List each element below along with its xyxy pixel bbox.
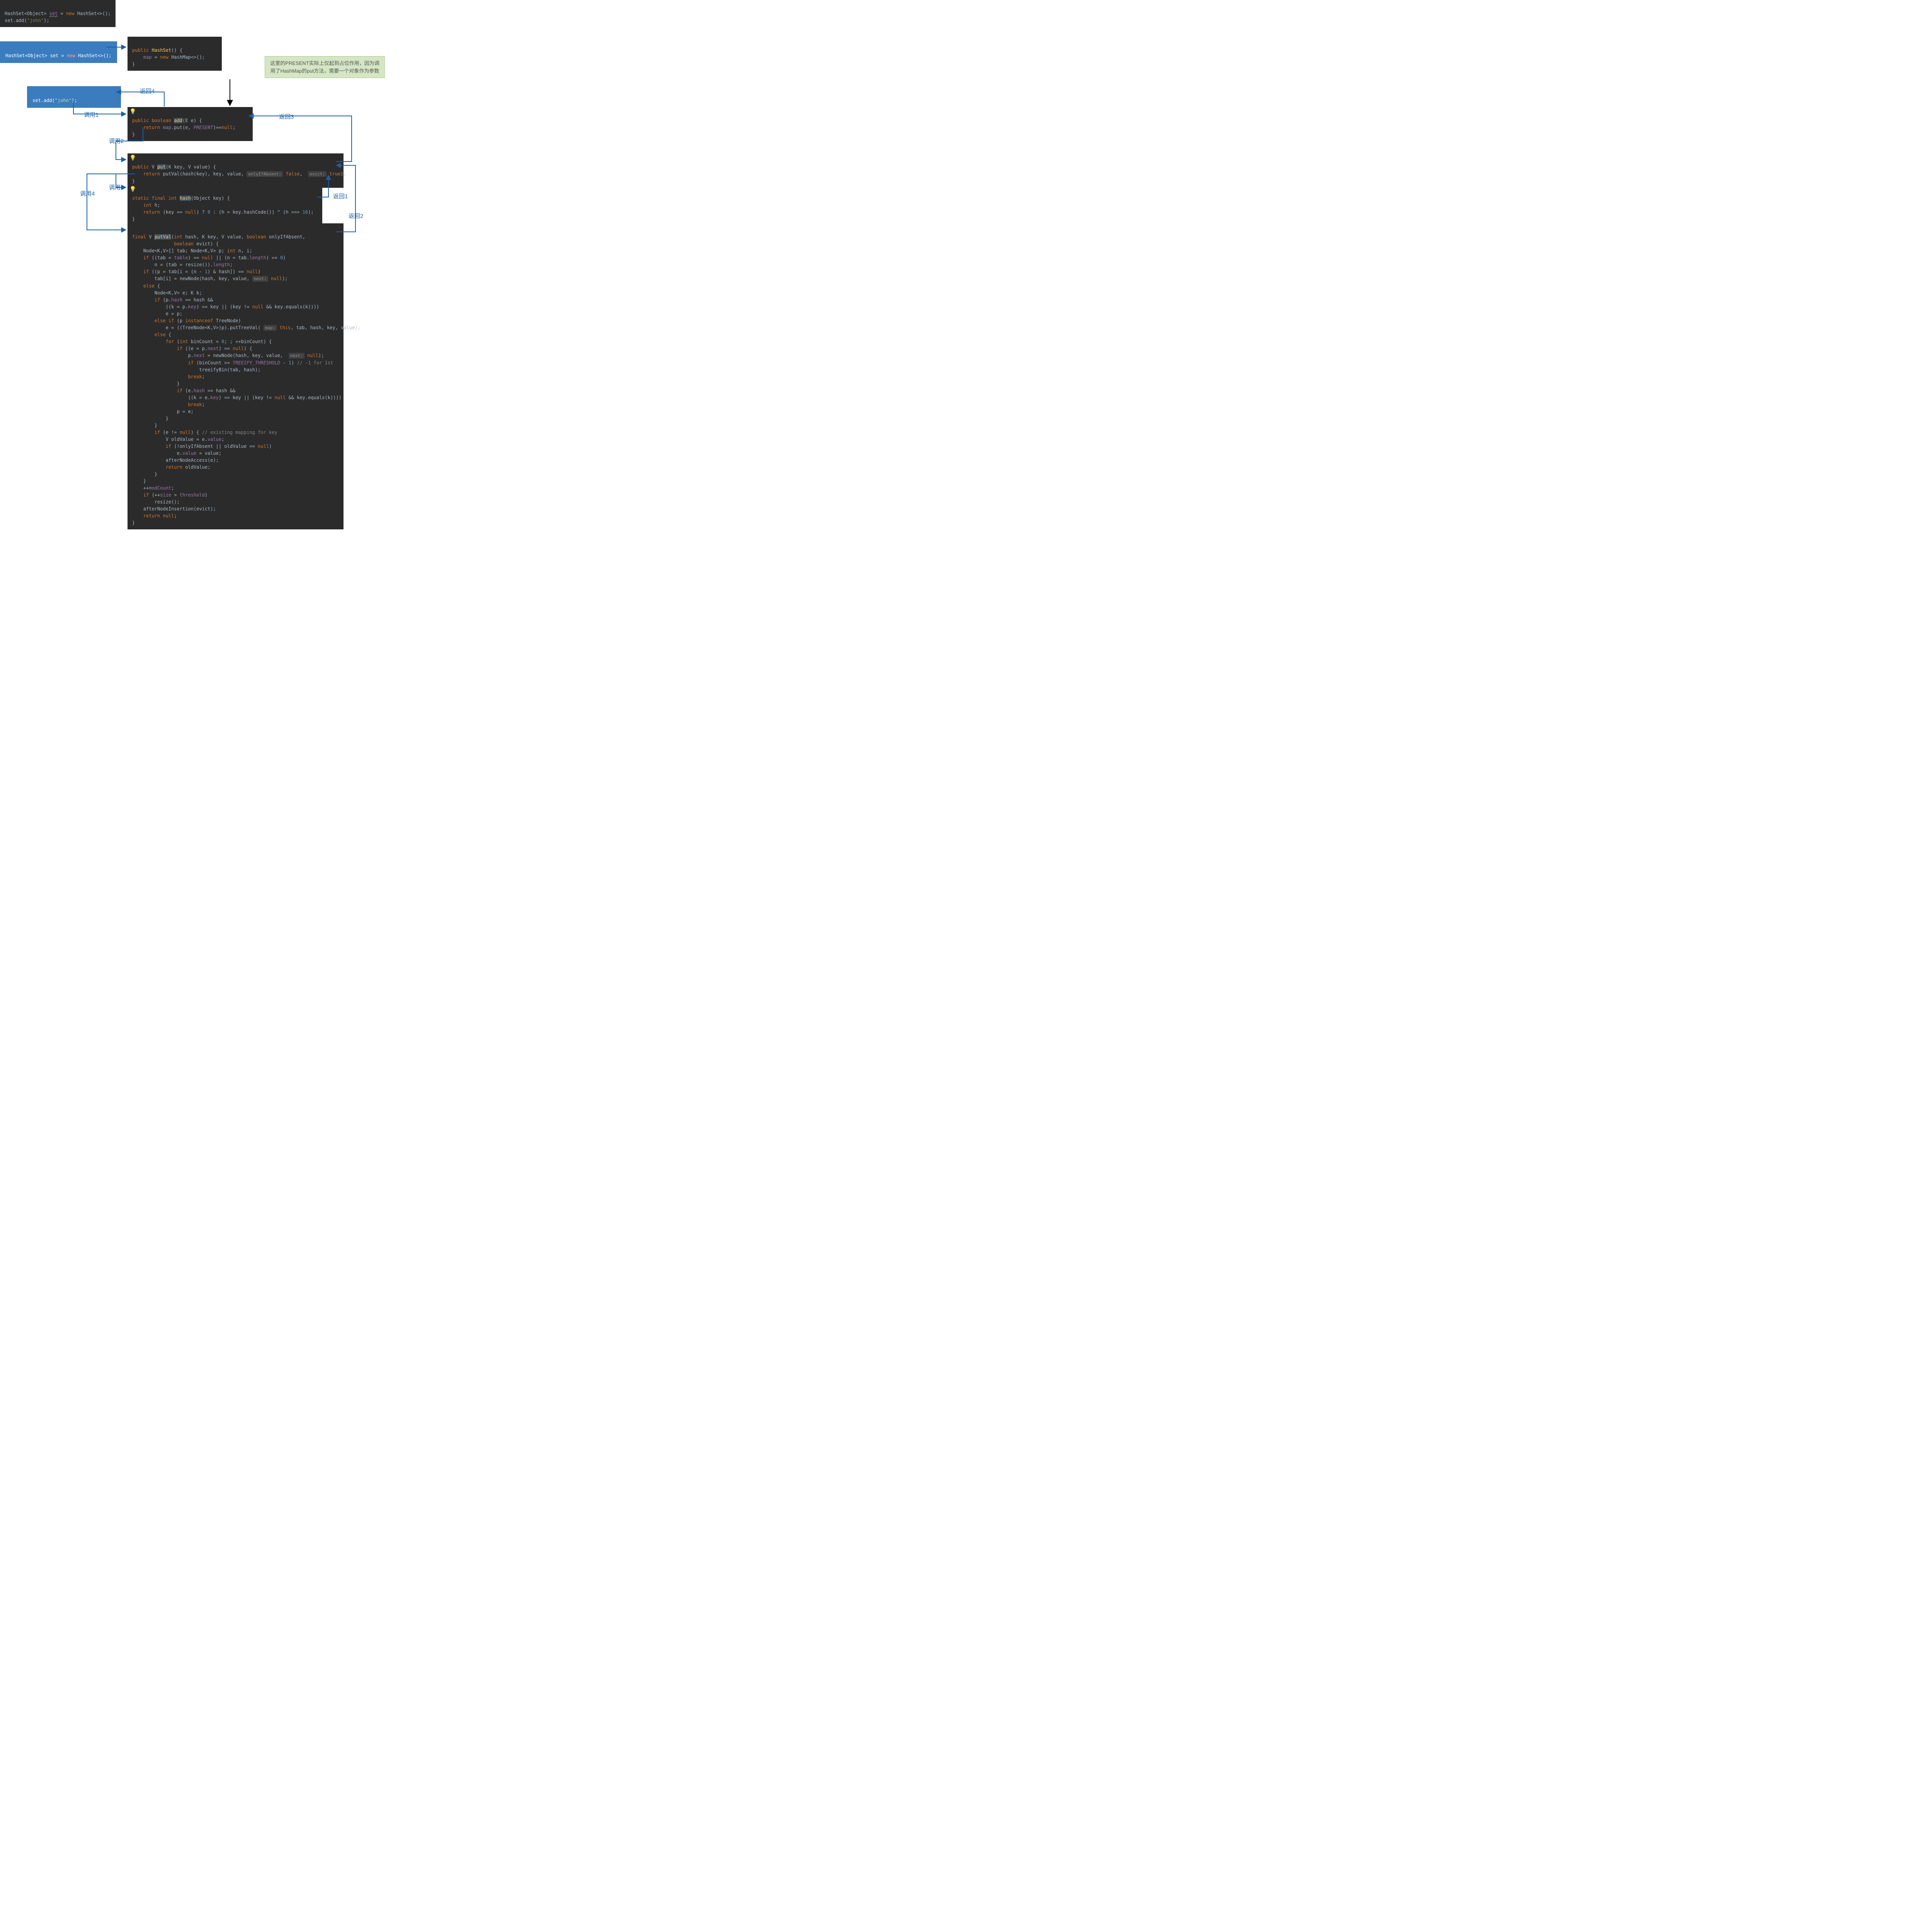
blue-block-add: set.add("john"); [27, 86, 121, 108]
label-ret4: 返回4 [139, 87, 155, 95]
code-line: } [132, 478, 146, 484]
code-line: public V put(K key, V value) { [132, 164, 216, 170]
bulb-icon: 💡 [129, 109, 136, 115]
note-text: 这里的PRESENT实际上仅起到占位作用，因为调用了HashMap的put方法，… [270, 60, 379, 74]
code-line: } [132, 520, 135, 526]
code-line: for (int binCount = 0; ; ++binCount) { [132, 339, 272, 344]
code-line: ++modCount; [132, 485, 174, 491]
code-line: Node<K,V> e; K k; [132, 290, 202, 296]
label-call1: 调用1 [83, 111, 99, 119]
code-top-decl: HashSet<Object> set = new HashSet<>(); s… [0, 0, 116, 27]
label-ret2: 返回2 [348, 212, 364, 220]
code-line: boolean evict) { [132, 241, 219, 247]
code-line: e = ((TreeNode<K,V>)p).putTreeVal( map: … [132, 325, 361, 330]
label-ret3: 返回3 [278, 112, 294, 121]
code-hashset-ctor: public HashSet() { map = new HashMap<>()… [128, 37, 222, 71]
code-hash-method: static final int hash(Object key) { int … [128, 185, 322, 226]
code-line: if ((p = tab[i = (n - 1) & hash]) == nul… [132, 269, 260, 274]
code-line: treeifyBin(tab, hash); [132, 367, 260, 372]
code-line: if (p.hash == hash && [132, 297, 213, 303]
code-line: HashSet<Object> set = new HashSet<>(); [5, 11, 111, 16]
note-present: 这里的PRESENT实际上仅起到占位作用，因为调用了HashMap的put方法，… [265, 56, 385, 78]
label-call3: 调用3 [108, 183, 124, 191]
code-line: if ((tab = table) == null || (n = tab.le… [132, 255, 286, 260]
code-line: e = p; [132, 311, 182, 316]
code-line: if (++size > threshold) [132, 492, 207, 498]
code-line: n = (tab = resize()).length; [132, 262, 233, 267]
code-line: int h; [132, 202, 160, 208]
code-line: } [132, 179, 135, 184]
code-line: return oldValue; [132, 464, 210, 470]
bulb-icon: 💡 [129, 186, 136, 192]
label-ret1: 返回1 [332, 192, 349, 200]
code-line: break; [132, 374, 205, 379]
label-call4: 调用4 [79, 189, 95, 197]
code-line: else { [132, 332, 171, 337]
code-line: e.value = value; [132, 451, 221, 456]
code-line: if (e.hash == hash && [132, 388, 235, 393]
code-line: if (binCount >= TREEIFY_THRESHOLD - 1) /… [132, 360, 333, 366]
code-line: tab[i] = newNode(hash, key, value, next:… [132, 276, 287, 281]
code-line: public HashSet() { [132, 48, 182, 53]
code-line: } [132, 423, 157, 428]
label-call2: 调用2 [108, 137, 124, 145]
bulb-icon: 💡 [129, 155, 136, 161]
code-line: static final int hash(Object key) { [132, 196, 230, 201]
code-text: HashSet<Object> set = new HashSet<>(); [5, 53, 112, 58]
code-line: return (key == null) ? 0 : (h = key.hash… [132, 209, 314, 215]
code-line: } [132, 381, 180, 386]
code-text: set.add("john"); [32, 98, 77, 103]
code-line: return null; [132, 513, 177, 519]
code-line: ((k = e.key) == key || (key != null && k… [132, 395, 342, 400]
code-add-method: public boolean add(E e) { return map.put… [128, 107, 253, 141]
code-line: if (e != null) { // existing mapping for… [132, 430, 277, 435]
blue-block-declare: HashSet<Object> set = new HashSet<>(); [0, 41, 117, 63]
code-line: afterNodeAccess(e); [132, 457, 219, 463]
code-line: else if (p instanceof TreeNode) [132, 318, 241, 323]
code-line: final V putVal(int hash, K key, V value,… [132, 234, 305, 240]
code-line: public boolean add(E e) { [132, 118, 202, 123]
code-line: Node<K,V>[] tab; Node<K,V> p; int n, i; [132, 248, 252, 253]
code-putval-method: final V putVal(int hash, K key, V value,… [128, 223, 344, 529]
code-line: set.add("john"); [5, 18, 49, 23]
code-line: return putVal(hash(key), key, value, onl… [132, 171, 346, 177]
arrow-call4 [87, 174, 134, 230]
code-line: return map.put(e, PRESENT)==null; [132, 125, 235, 130]
code-line: else { [132, 283, 160, 289]
code-line: map = new HashMap<>(); [132, 54, 205, 60]
code-line: if (!onlyIfAbsent || oldValue == null) [132, 444, 272, 449]
code-line: } [132, 416, 168, 421]
code-line: } [132, 216, 135, 222]
code-line: break; [132, 402, 205, 407]
code-line: } [132, 61, 135, 67]
code-line: p = e; [132, 409, 194, 414]
code-line: } [132, 471, 157, 477]
code-put-method: public V put(K key, V value) { return pu… [128, 153, 344, 188]
code-line: ((k = p.key) == key || (key != null && k… [132, 304, 319, 310]
code-line: V oldValue = e.value; [132, 437, 224, 442]
code-line: p.next = newNode(hash, key, value, next:… [132, 353, 324, 358]
code-line: afterNodeInsertion(evict); [132, 506, 216, 512]
code-line: } [132, 132, 135, 137]
code-line: if ((e = p.next) == null) { [132, 346, 252, 351]
code-line: resize(); [132, 499, 180, 505]
